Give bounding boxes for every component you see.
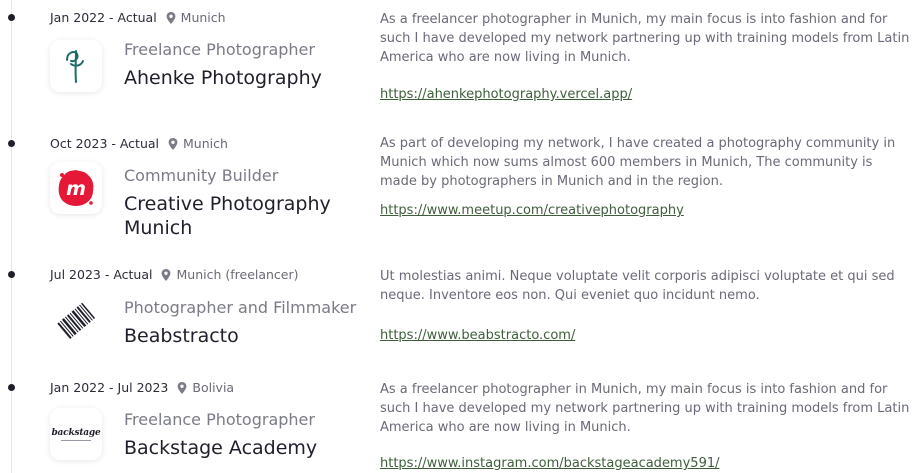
entry-description: As a freelancer photographer in Munich, … <box>380 382 910 435</box>
entry-location: Munich (freelancer) <box>176 267 299 282</box>
ahenke-monogram-icon <box>66 50 84 83</box>
entry-period: Jan 2022 - Actual <box>50 10 157 25</box>
entry-period: Jul 2023 - Actual <box>50 267 153 282</box>
entry-role: Freelance Photographer <box>124 410 315 429</box>
backstage-tagline-mark <box>61 439 91 441</box>
beabstracto-logo <box>50 295 102 347</box>
backstage-logo: backstage <box>50 408 102 460</box>
location-pin-icon <box>177 381 187 394</box>
entry-role: Community Builder <box>124 166 279 185</box>
entry-role: Photographer and Filmmaker <box>124 298 357 317</box>
timeline-dot <box>8 14 15 21</box>
entry-company: Ahenke Photography <box>124 67 322 89</box>
entry-meta: Oct 2023 - Actual Munich <box>50 136 228 151</box>
entry-meta: Jan 2022 - Actual Munich <box>50 10 226 25</box>
entry-link[interactable]: https://www.meetup.com/creativephotograp… <box>380 203 684 218</box>
timeline-line <box>11 0 12 473</box>
timeline-dot <box>8 384 15 391</box>
entry-description: As part of developing my network, I have… <box>380 136 896 189</box>
entry-location: Munich <box>183 136 228 151</box>
entry-location: Bolivia <box>192 380 235 395</box>
entry-role: Freelance Photographer <box>124 40 315 59</box>
timeline-dot <box>8 140 15 147</box>
ahenke-logo <box>50 40 102 92</box>
entry-period: Oct 2023 - Actual <box>50 136 160 151</box>
entry-company: Backstage Academy <box>124 437 318 459</box>
entry-meta: Jul 2023 - Actual Munich (freelancer) <box>50 267 299 282</box>
entry-link[interactable]: https://ahenkephotography.vercel.app/ <box>380 87 632 102</box>
entry-company: Beabstracto <box>124 325 239 347</box>
svg-text:m: m <box>66 178 86 200</box>
location-pin-icon <box>168 137 178 150</box>
entry-company: Creative Photography Munich <box>124 193 331 239</box>
entry-link[interactable]: https://www.beabstracto.com/ <box>380 328 575 343</box>
entry-meta: Jan 2022 - Jul 2023 Bolivia <box>50 380 234 395</box>
entry-description: Ut molestias animi. Neque voluptate veli… <box>380 269 895 303</box>
location-pin-icon <box>166 11 176 24</box>
timeline-dot <box>8 271 15 278</box>
entry-link[interactable]: https://www.instagram.com/backstageacade… <box>380 456 720 471</box>
entry-description: As a freelancer photographer in Munich, … <box>380 12 910 65</box>
entry-location: Munich <box>180 10 226 25</box>
location-pin-icon <box>162 268 171 281</box>
meetup-icon: m <box>58 170 94 206</box>
meetup-logo: m <box>50 162 102 214</box>
entry-period: Jan 2022 - Jul 2023 <box>50 380 169 395</box>
barcode-icon <box>57 302 96 339</box>
backstage-wordmark: backstage <box>51 427 101 438</box>
